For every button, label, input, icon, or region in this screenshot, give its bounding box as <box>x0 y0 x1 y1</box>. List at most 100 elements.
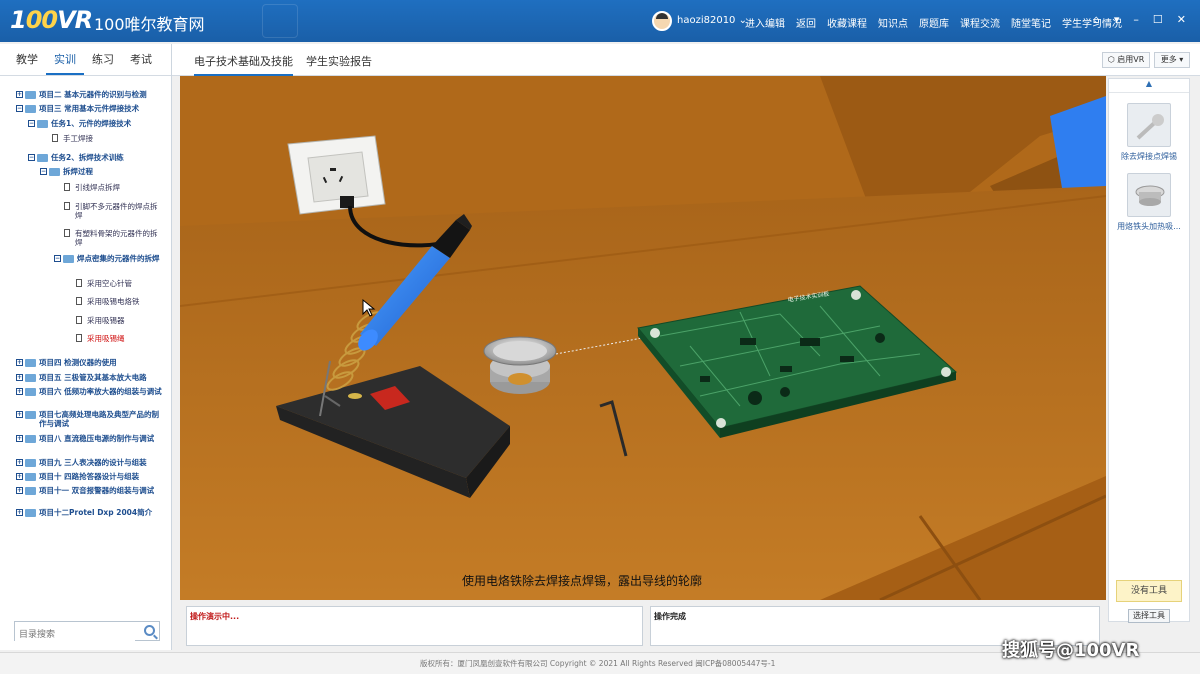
folder-icon <box>25 388 36 396</box>
site-logo[interactable]: 100VR <box>10 6 93 34</box>
nav-back[interactable]: 返回 <box>796 15 816 30</box>
expand-icon[interactable]: + <box>16 374 23 381</box>
tree-search-input[interactable] <box>15 626 135 644</box>
left-tabs: 教学 实训 练习 考试 <box>0 44 171 76</box>
tree-item[interactable]: 采用吸锡器 <box>76 316 166 325</box>
close-icon[interactable]: ✕ <box>1177 13 1186 26</box>
folder-icon <box>25 435 36 443</box>
3d-scene-viewport[interactable]: 电子技术实训板 <box>180 76 1106 600</box>
tab-practice[interactable]: 练习 <box>84 44 122 75</box>
tree-item[interactable]: + 项目十二Protel Dxp 2004简介 <box>16 508 166 517</box>
collapse-icon[interactable]: − <box>28 120 35 127</box>
tab-training[interactable]: 实训 <box>46 44 84 75</box>
home-icon[interactable]: ⌂ <box>1093 13 1100 26</box>
tree-item[interactable]: + 项目二 基本元器件的识别与检测 <box>16 90 166 99</box>
tree-item[interactable]: − 任务1、元件的焊接技术 <box>28 119 168 128</box>
nav-question-bank[interactable]: 原题库 <box>919 15 949 30</box>
tree-item[interactable]: − 任务2、拆焊技术训练 <box>28 153 168 162</box>
scroll-up-button[interactable]: ▲ <box>1109 79 1189 93</box>
solder-cup-icon <box>1127 173 1171 217</box>
more-button[interactable]: 更多 ▾ <box>1154 52 1190 68</box>
expand-icon[interactable]: + <box>16 91 23 98</box>
tree-item[interactable]: 引脚不多元器件的焊点拆焊 <box>64 202 164 220</box>
expand-icon[interactable]: + <box>16 459 23 466</box>
scene-caption: 使用电烙铁除去焊接点焊锡，露出导线的轮廓 <box>462 574 703 588</box>
tool-label: 除去焊接点焊锡 <box>1121 152 1177 161</box>
tree-item[interactable]: 采用空心针管 <box>76 279 166 288</box>
expand-icon[interactable]: + <box>16 435 23 442</box>
expand-icon[interactable]: + <box>16 411 23 418</box>
collapse-icon[interactable]: − <box>40 168 47 175</box>
tree-item-current[interactable]: 采用吸锡绳 <box>76 334 166 343</box>
window-controls: ⌂ ▾ – ☐ ✕ <box>1093 13 1186 26</box>
collapse-icon[interactable]: − <box>28 154 35 161</box>
top-header: 100VR 100唯尔教育网 haozi82010 ⌄ 进入编辑 返回 收藏课程… <box>0 0 1200 42</box>
maximize-icon[interactable]: ☐ <box>1153 13 1163 26</box>
tree-item[interactable]: 手工焊接 <box>52 134 162 143</box>
tree-item[interactable]: + 项目六 低频功率放大器的组装与调试 <box>16 387 166 396</box>
nav-notes[interactable]: 随堂笔记 <box>1011 15 1051 30</box>
folder-icon <box>25 105 36 113</box>
tool-desolder[interactable]: 除去焊接点焊锡 <box>1111 103 1187 162</box>
tree-item[interactable]: 有塑料骨架的元器件的拆焊 <box>64 229 164 247</box>
tree-item[interactable]: + 项目五 三极管及其基本放大电路 <box>16 373 166 382</box>
document-icon <box>64 229 70 237</box>
expand-icon[interactable]: + <box>16 473 23 480</box>
document-icon <box>52 134 58 142</box>
nav-favorite[interactable]: 收藏课程 <box>827 15 867 30</box>
folder-icon <box>63 255 74 263</box>
nav-course-discuss[interactable]: 课程交流 <box>960 15 1000 30</box>
solder-sponge-cup[interactable] <box>483 336 557 394</box>
expand-icon[interactable]: + <box>16 487 23 494</box>
document-icon <box>64 183 70 191</box>
nav-edit[interactable]: 进入编辑 <box>745 15 785 30</box>
folder-icon <box>25 411 36 419</box>
tree-item[interactable]: + 项目九 三人表决器的设计与组装 <box>16 458 166 467</box>
tool-panel: ▲ 除去焊接点焊锡 用烙铁头加热吸... <box>1108 78 1190 622</box>
collapse-icon[interactable]: − <box>54 255 61 262</box>
tree-item[interactable]: 采用吸锡电烙铁 <box>76 297 166 306</box>
dropdown-icon[interactable]: ▾ <box>1114 13 1120 26</box>
site-name: 100唯尔教育网 <box>94 15 205 34</box>
tab-teaching[interactable]: 教学 <box>8 44 46 75</box>
folder-icon <box>25 359 36 367</box>
watermark: 搜狐号@100VR <box>1002 640 1140 661</box>
app-window: 100VR 100唯尔教育网 haozi82010 ⌄ 进入编辑 返回 收藏课程… <box>0 0 1200 674</box>
tab-lab-report[interactable]: 学生实验报告 <box>306 53 372 69</box>
tab-exam[interactable]: 考试 <box>122 44 160 75</box>
avatar[interactable] <box>652 11 672 31</box>
search-icon[interactable] <box>144 625 155 636</box>
folder-icon <box>25 473 36 481</box>
expand-icon[interactable]: + <box>16 388 23 395</box>
left-sidebar: 教学 实训 练习 考试 + 项目二 基本元器件的识别与检测 − 项目三 常用基本元件… <box>0 44 172 650</box>
tree-item[interactable]: 引线焊点拆焊 <box>64 183 164 192</box>
select-tool-button[interactable]: 选择工具 <box>1128 609 1170 623</box>
tree-search <box>14 621 160 644</box>
expand-icon[interactable]: + <box>16 359 23 366</box>
document-icon <box>76 297 82 305</box>
expand-icon[interactable]: + <box>16 509 23 516</box>
document-icon <box>64 202 70 210</box>
tool-iron-heat[interactable]: 用烙铁头加热吸... <box>1111 173 1187 232</box>
tree-item[interactable]: − 焊点密集的元器件的拆焊 <box>54 254 166 263</box>
tree-item[interactable]: − 项目三 常用基本元件焊接技术 <box>16 104 166 113</box>
minimize-icon[interactable]: – <box>1133 13 1139 26</box>
enable-vr-button[interactable]: ⬡ 启用VR <box>1102 52 1150 68</box>
tree-item[interactable]: + 项目十一 双音报警器的组装与调试 <box>16 486 166 495</box>
ghost-logo-icon <box>262 4 298 38</box>
tree-item[interactable]: + 项目七高频处理电路及典型产品的制作与调试 <box>16 410 166 428</box>
username-dropdown[interactable]: haozi82010 ⌄ <box>677 15 747 26</box>
tree-item[interactable]: − 拆焊过程 <box>40 167 166 176</box>
nav-knowledge[interactable]: 知识点 <box>878 15 908 30</box>
tree-item[interactable]: + 项目四 检测仪器的使用 <box>16 358 166 367</box>
document-icon <box>76 316 82 324</box>
tree-item[interactable]: + 项目十 四路抢答器设计与组装 <box>16 472 166 481</box>
tree-item[interactable]: + 项目八 直流稳压电源的制作与调试 <box>16 434 166 443</box>
tool-label: 用烙铁头加热吸... <box>1117 222 1181 231</box>
main-tabs: 电子技术基础及技能 学生实验报告 <box>172 44 1200 76</box>
folder-icon <box>25 374 36 382</box>
collapse-icon[interactable]: − <box>16 105 23 112</box>
wall-socket[interactable] <box>287 135 386 215</box>
tab-course[interactable]: 电子技术基础及技能 <box>194 53 293 76</box>
document-icon <box>76 334 82 342</box>
